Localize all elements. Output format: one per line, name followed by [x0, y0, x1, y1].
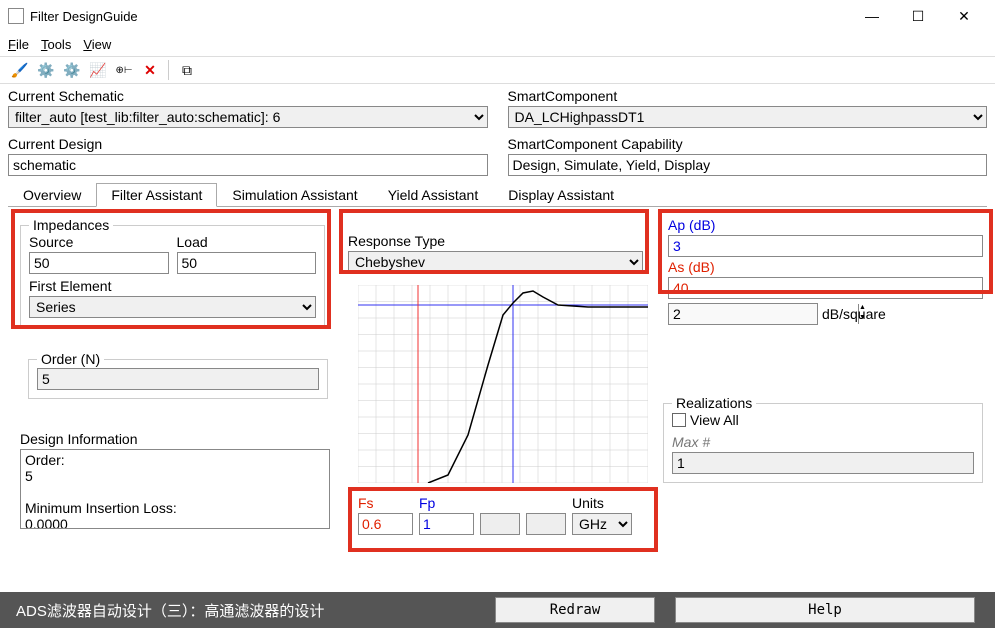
- viewall-checkbox[interactable]: View All: [672, 412, 974, 428]
- tool-delete-icon[interactable]: ✕: [140, 60, 160, 80]
- smartcomponent-label: SmartComponent: [508, 88, 988, 104]
- load-label: Load: [177, 234, 317, 250]
- response-type-label: Response Type: [348, 233, 643, 249]
- close-button[interactable]: ✕: [941, 0, 987, 32]
- maximize-button[interactable]: ☐: [895, 0, 941, 32]
- order-input: [37, 368, 319, 390]
- dbsquare-spinner[interactable]: ▲▼: [668, 303, 818, 325]
- source-label: Source: [29, 234, 169, 250]
- freq-extra1: [480, 513, 520, 535]
- window-title: Filter DesignGuide: [30, 9, 849, 24]
- max-input: [672, 452, 974, 474]
- toolbar-separator: [168, 60, 169, 80]
- load-input[interactable]: [177, 252, 317, 274]
- capability-label: SmartComponent Capability: [508, 136, 988, 152]
- response-type-select[interactable]: Chebyshev: [348, 251, 643, 273]
- impedances-group: Impedances Source Load First Element Ser…: [20, 225, 325, 327]
- filter-assistant-panel: Impedances Source Load First Element Ser…: [8, 207, 987, 577]
- tab-overview[interactable]: Overview: [8, 183, 96, 207]
- realizations-legend: Realizations: [672, 395, 756, 411]
- smartcomponent-select[interactable]: DA_LCHighpassDT1: [508, 106, 988, 128]
- response-plot: [358, 285, 648, 483]
- tool-plot-icon[interactable]: 📈: [88, 60, 108, 80]
- minimize-button[interactable]: —: [849, 0, 895, 32]
- menubar: File Tools View: [0, 32, 995, 56]
- source-input[interactable]: [29, 252, 169, 274]
- tool-gears-icon[interactable]: ⚙️: [36, 60, 56, 80]
- ap-input[interactable]: [668, 235, 983, 257]
- menu-view[interactable]: View: [83, 37, 111, 52]
- checkbox-box-icon[interactable]: [672, 413, 686, 427]
- tab-yield-assistant[interactable]: Yield Assistant: [373, 183, 494, 207]
- units-label: Units: [572, 495, 632, 511]
- design-info-text: Order: 5 Minimum Insertion Loss: 0.0000: [20, 449, 330, 529]
- fs-input[interactable]: [358, 513, 413, 535]
- tab-bar: Overview Filter Assistant Simulation Ass…: [8, 182, 987, 207]
- tab-display-assistant[interactable]: Display Assistant: [493, 183, 629, 207]
- tool-align-icon[interactable]: ⧉: [177, 60, 197, 80]
- max-label: Max #: [672, 434, 974, 450]
- design-info-label: Design Information: [20, 431, 330, 447]
- tool-component-icon[interactable]: ⊕⊢: [114, 60, 134, 80]
- tool-brush-icon[interactable]: 🖌️: [10, 60, 30, 80]
- current-design-label: Current Design: [8, 136, 488, 152]
- help-button[interactable]: Help: [675, 597, 975, 623]
- fp-input[interactable]: [419, 513, 474, 535]
- fs-label: Fs: [358, 495, 413, 511]
- ap-label: Ap (dB): [668, 217, 983, 233]
- capability-input[interactable]: [508, 154, 988, 176]
- bottom-bar: ADS滤波器自动设计（三）：高通滤波器的设计 Redraw Help: [0, 592, 995, 628]
- realizations-group: Realizations View All Max #: [663, 403, 983, 483]
- tool-gears2-icon[interactable]: ⚙️: [62, 60, 82, 80]
- order-group: Order (N): [28, 359, 328, 399]
- titlebar: Filter DesignGuide — ☐ ✕: [0, 0, 995, 32]
- current-schematic-select[interactable]: filter_auto [test_lib:filter_auto:schema…: [8, 106, 488, 128]
- fp-label: Fp: [419, 495, 474, 511]
- freq-extra2: [526, 513, 566, 535]
- tab-filter-assistant[interactable]: Filter Assistant: [96, 183, 217, 207]
- current-schematic-label: Current Schematic: [8, 88, 488, 104]
- menu-tools[interactable]: Tools: [41, 37, 71, 52]
- menu-file[interactable]: File: [8, 37, 29, 52]
- first-element-label: First Element: [29, 278, 316, 294]
- current-design-input[interactable]: [8, 154, 488, 176]
- as-label: As (dB): [668, 259, 983, 275]
- tab-simulation-assistant[interactable]: Simulation Assistant: [217, 183, 372, 207]
- viewall-label: View All: [690, 412, 739, 428]
- app-icon: [8, 8, 24, 24]
- first-element-select[interactable]: Series: [29, 296, 316, 318]
- redraw-button[interactable]: Redraw: [495, 597, 655, 623]
- caption-text: ADS滤波器自动设计（三）：高通滤波器的设计: [0, 600, 455, 621]
- impedances-legend: Impedances: [29, 217, 113, 233]
- dbsquare-unit: dB/square: [822, 306, 886, 322]
- units-select[interactable]: GHz: [572, 513, 632, 535]
- as-input[interactable]: [668, 277, 983, 299]
- toolbar: 🖌️ ⚙️ ⚙️ 📈 ⊕⊢ ✕ ⧉: [0, 56, 995, 84]
- order-legend: Order (N): [37, 351, 104, 367]
